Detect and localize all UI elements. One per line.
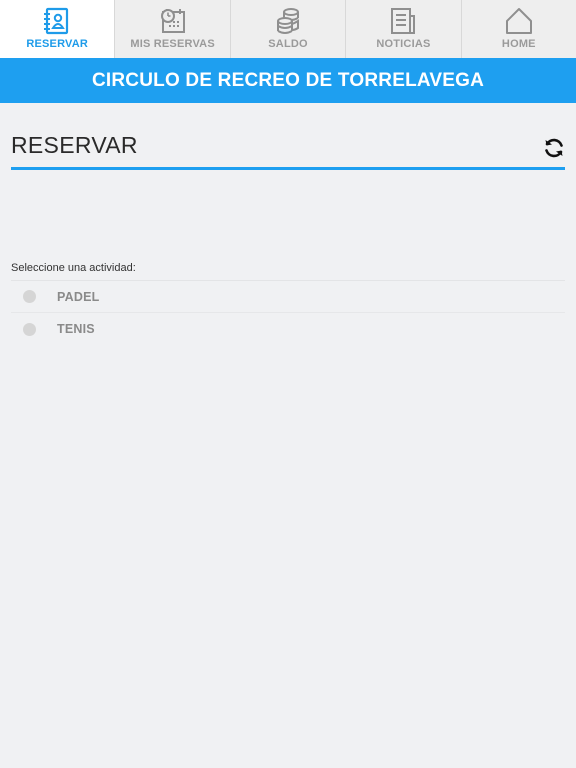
activity-option-tenis[interactable]: TENIS xyxy=(11,313,565,345)
tab-label: SALDO xyxy=(268,38,308,50)
tab-reservar[interactable]: RESERVAR xyxy=(0,0,116,58)
section-header: RESERVAR xyxy=(11,128,565,170)
activity-label: TENIS xyxy=(57,322,95,336)
activity-option-padel[interactable]: PADEL xyxy=(11,281,565,313)
radio-button[interactable] xyxy=(23,322,36,336)
club-header: CIRCULO DE RECREO DE TORRELAVEGA xyxy=(0,58,576,103)
refresh-button[interactable] xyxy=(543,137,565,159)
tab-label: MIS RESERVAS xyxy=(130,38,215,50)
page-title: RESERVAR xyxy=(11,132,138,158)
coins-icon xyxy=(273,6,303,36)
tab-home[interactable]: HOME xyxy=(461,0,576,58)
tab-label: HOME xyxy=(501,38,536,50)
calendar-clock-icon xyxy=(158,6,188,36)
tab-bar: RESERVAR MIS RESERVAS SALDO NOTICIAS HOM… xyxy=(0,0,576,58)
activity-prompt: Seleccione una actividad: xyxy=(11,258,565,281)
tab-label: NOTICIAS xyxy=(376,38,431,50)
club-title: CIRCULO DE RECREO DE TORRELAVEGA xyxy=(91,69,485,91)
refresh-icon xyxy=(545,138,563,158)
radio-button[interactable] xyxy=(23,290,36,303)
home-icon xyxy=(504,6,534,36)
address-book-icon xyxy=(42,6,72,36)
tab-saldo[interactable]: SALDO xyxy=(230,0,347,58)
newspaper-icon xyxy=(388,6,418,36)
activity-selector: Seleccione una actividad: PADEL TENIS xyxy=(11,258,565,345)
activity-label: PADEL xyxy=(57,289,100,304)
activity-options: PADEL TENIS xyxy=(11,281,565,345)
tab-label: RESERVAR xyxy=(26,38,89,50)
tab-noticias[interactable]: NOTICIAS xyxy=(346,0,462,58)
tab-mis-reservas[interactable]: MIS RESERVAS xyxy=(115,0,231,58)
